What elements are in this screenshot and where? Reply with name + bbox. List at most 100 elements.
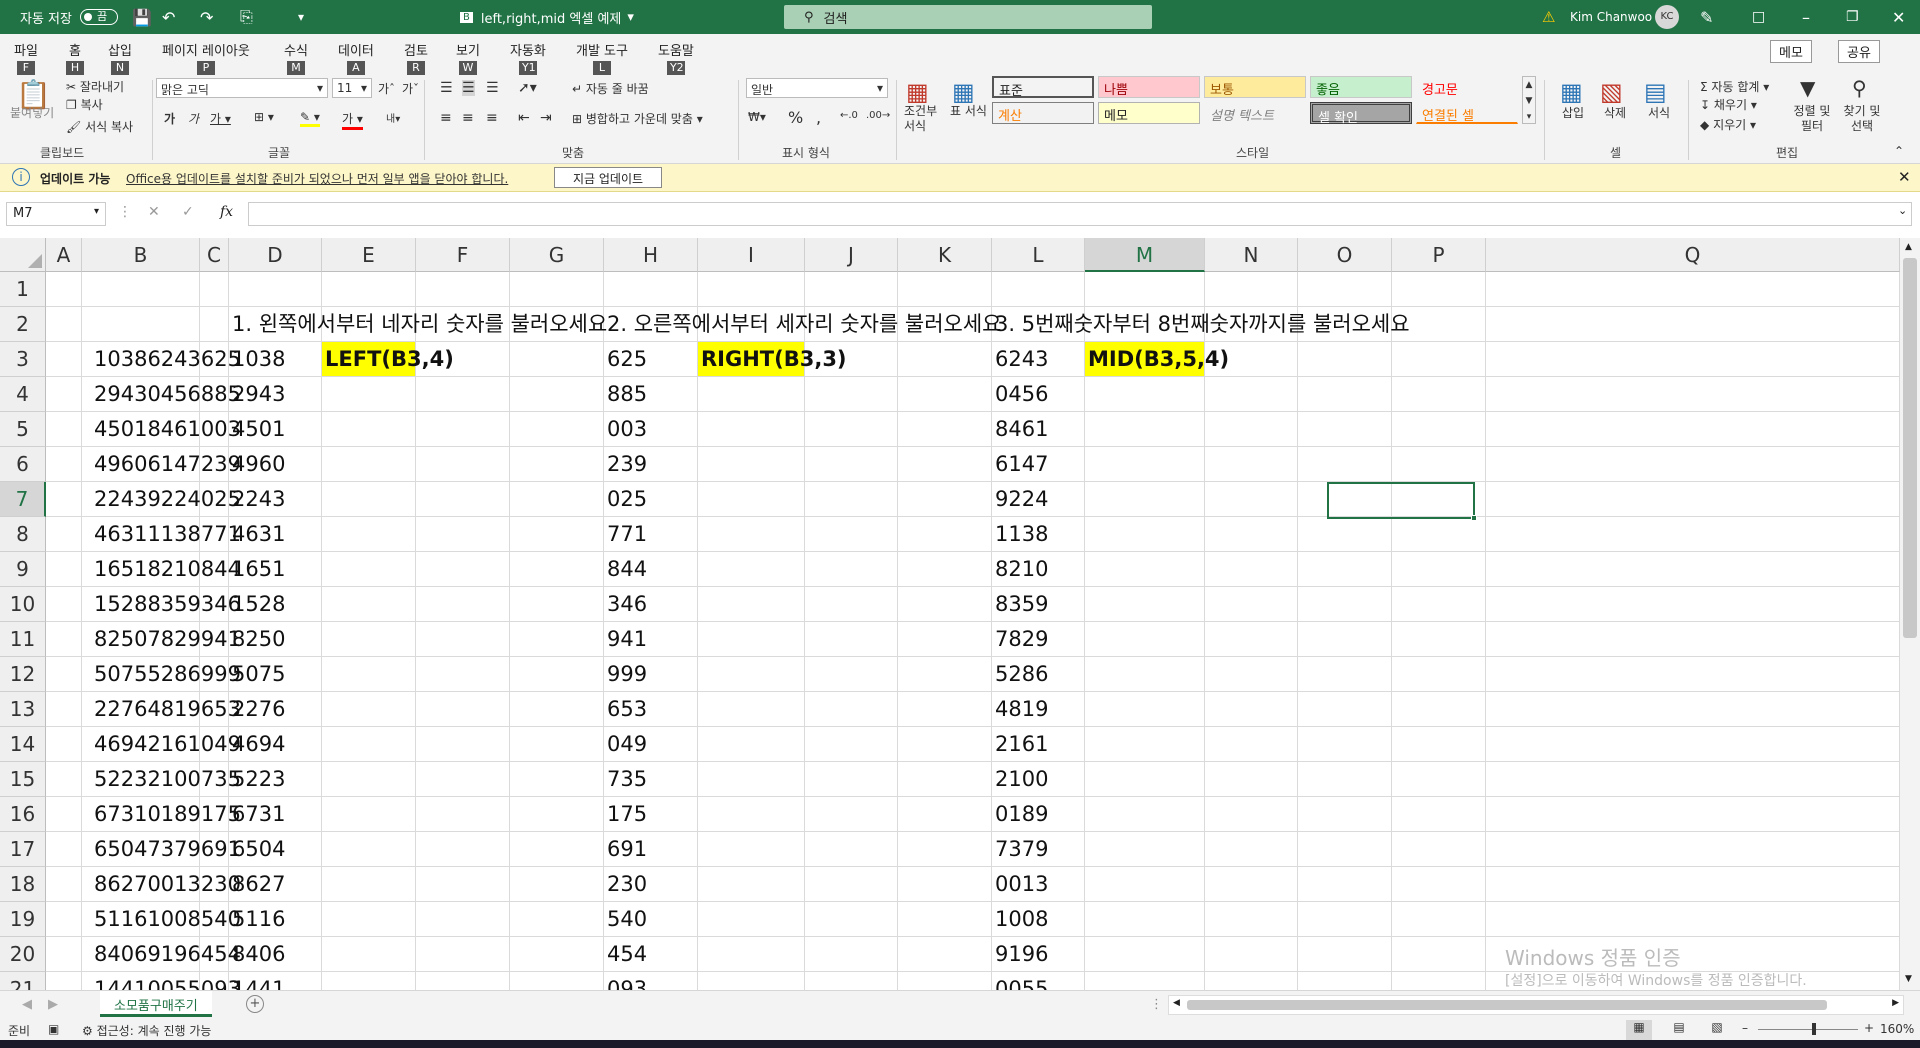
tab-insert[interactable]: 삽입 N xyxy=(108,40,132,75)
column-header-g[interactable]: G xyxy=(510,238,604,272)
format-painter-button[interactable]: 🖌 서식 복사 xyxy=(66,118,133,135)
tab-help[interactable]: 도움말 Y2 xyxy=(658,40,694,75)
cell-b5[interactable]: 45018461003 xyxy=(82,412,241,447)
align-middle-icon[interactable]: ☰ xyxy=(462,80,475,96)
style-normal[interactable]: 표준 xyxy=(992,76,1094,99)
cell-l12[interactable]: 5286 xyxy=(992,657,1048,692)
cell-d8[interactable]: 4631 xyxy=(229,517,285,552)
vertical-scroll-thumb[interactable] xyxy=(1903,258,1917,638)
scroll-right-icon[interactable]: ▶ xyxy=(1892,998,1899,1008)
cell-b12[interactable]: 50755286999 xyxy=(82,657,241,692)
cell-d6[interactable]: 4960 xyxy=(229,447,285,482)
cell-m3-formula-label[interactable]: MID(B3,5,4) xyxy=(1085,342,1229,376)
cell-b3[interactable]: 10386243625 xyxy=(82,342,241,377)
row-header-1[interactable]: 1 xyxy=(0,272,46,307)
cell-b13[interactable]: 22764819653 xyxy=(82,692,241,727)
find-icon[interactable]: ⚲ xyxy=(1852,76,1867,100)
column-header-q[interactable]: Q xyxy=(1486,238,1900,272)
cell-l20[interactable]: 9196 xyxy=(992,937,1048,972)
format-cells-button[interactable]: 서식 xyxy=(1648,104,1670,121)
row-header-9[interactable]: 9 xyxy=(0,552,46,587)
cell-h16[interactable]: 175 xyxy=(604,797,647,832)
cell-d11[interactable]: 8250 xyxy=(229,622,285,657)
styles-scroll[interactable]: ▲ ▼ ▾ xyxy=(1522,76,1536,124)
tab-developer[interactable]: 개발 도구 L xyxy=(576,40,628,75)
sheet-tab-active[interactable]: 소모품구매주기 xyxy=(100,991,212,1017)
formula-input[interactable] xyxy=(248,202,1912,226)
cell-l13[interactable]: 4819 xyxy=(992,692,1048,727)
cell-b16[interactable]: 67310189175 xyxy=(82,797,241,832)
font-size-select[interactable]: 11 ▾ xyxy=(332,78,372,98)
style-good[interactable]: 좋음 xyxy=(1310,76,1412,98)
cell-h18[interactable]: 230 xyxy=(604,867,647,902)
row-header-15[interactable]: 15 xyxy=(0,762,46,797)
cell-l11[interactable]: 7829 xyxy=(992,622,1048,657)
pen-icon[interactable]: ✎ xyxy=(1700,0,1713,34)
row-header-16[interactable]: 16 xyxy=(0,797,46,832)
search-box[interactable]: ⚲ 검색 xyxy=(784,0,1152,34)
border-button[interactable]: ⊞ ▾ xyxy=(254,110,274,124)
tab-file[interactable]: 파일 F xyxy=(14,40,38,75)
column-header-f[interactable]: F xyxy=(416,238,510,272)
prev-sheet-icon[interactable]: ◀ xyxy=(22,997,32,1012)
cell-d4[interactable]: 2943 xyxy=(229,377,285,412)
row-header-8[interactable]: 8 xyxy=(0,517,46,552)
cell-h20[interactable]: 454 xyxy=(604,937,647,972)
tab-home[interactable]: 홈H xyxy=(66,40,84,75)
cell-h6[interactable]: 239 xyxy=(604,447,647,482)
ribbon-display-icon[interactable]: □ xyxy=(1752,0,1765,34)
row-header-12[interactable]: 12 xyxy=(0,657,46,692)
row-header-2[interactable]: 2 xyxy=(0,307,46,342)
enter-icon[interactable]: ✓ xyxy=(182,204,194,220)
cell-h2-heading[interactable]: 2. 오른쪽에서부터 세자리 숫자를 불러오세요 xyxy=(604,307,1002,342)
column-header-h[interactable]: H xyxy=(604,238,698,272)
row-header-5[interactable]: 5 xyxy=(0,412,46,447)
filter-icon[interactable]: ▼ xyxy=(1800,76,1815,100)
sort-filter-button[interactable]: 정렬 및 필터 xyxy=(1790,104,1834,134)
cell-l17[interactable]: 7379 xyxy=(992,832,1048,867)
cell-h14[interactable]: 049 xyxy=(604,727,647,762)
cell-l16[interactable]: 0189 xyxy=(992,797,1048,832)
tab-view[interactable]: 보기 W xyxy=(456,40,480,75)
restore-icon[interactable]: ❐ xyxy=(1846,0,1859,34)
fill-button[interactable]: ↧ 채우기 ▾ xyxy=(1700,96,1757,113)
row-header-6[interactable]: 6 xyxy=(0,447,46,482)
row-header-7[interactable]: 7 xyxy=(0,482,46,517)
insert-cells-icon[interactable]: ▦ xyxy=(1560,78,1583,106)
cell-b9[interactable]: 16518210844 xyxy=(82,552,241,587)
cell-d14[interactable]: 4694 xyxy=(229,727,285,762)
cell-l2-heading[interactable]: 3. 5번째숫자부터 8번째숫자까지를 불러오세요 xyxy=(992,307,1410,342)
cell-b10[interactable]: 15288359346 xyxy=(82,587,241,622)
cell-l19[interactable]: 1008 xyxy=(992,902,1048,937)
row-header-11[interactable]: 11 xyxy=(0,622,46,657)
column-header-b[interactable]: B xyxy=(82,238,200,272)
tab-automate[interactable]: 자동화 Y1 xyxy=(510,40,546,75)
row-header-17[interactable]: 17 xyxy=(0,832,46,867)
scroll-left-icon[interactable]: ◀ xyxy=(1173,998,1180,1008)
cell-l10[interactable]: 8359 xyxy=(992,587,1048,622)
style-neutral[interactable]: 보통 xyxy=(1204,76,1306,98)
row-header-18[interactable]: 18 xyxy=(0,867,46,902)
row-header-19[interactable]: 19 xyxy=(0,902,46,937)
cell-h3[interactable]: 625 xyxy=(604,342,647,377)
cell-h12[interactable]: 999 xyxy=(604,657,647,692)
column-header-n[interactable]: N xyxy=(1205,238,1298,272)
align-bottom-icon[interactable]: ☰ xyxy=(486,80,499,96)
avatar[interactable]: KC xyxy=(1655,0,1679,34)
conditional-format-icon[interactable]: ▦ xyxy=(906,78,929,106)
cell-b14[interactable]: 46942161049 xyxy=(82,727,241,762)
cell-b6[interactable]: 49606147239 xyxy=(82,447,241,482)
collapse-ribbon-icon[interactable]: ⌃ xyxy=(1894,144,1904,158)
cell-b18[interactable]: 86270013230 xyxy=(82,867,241,902)
cell-h9[interactable]: 844 xyxy=(604,552,647,587)
tab-formulas[interactable]: 수식 M xyxy=(284,40,308,75)
message-text[interactable]: Office용 업데이트를 설치할 준비가 되었으나 먼저 일부 앱을 닫아야 … xyxy=(126,170,508,187)
sheet-splitter-icon[interactable]: ⋮ xyxy=(1150,997,1163,1012)
italic-button[interactable]: 가 xyxy=(188,110,199,127)
close-icon[interactable]: ✕ xyxy=(1892,0,1905,34)
cell-l4[interactable]: 0456 xyxy=(992,377,1048,412)
cell-b8[interactable]: 46311138771 xyxy=(82,517,241,552)
zoom-in-icon[interactable]: + xyxy=(1864,1021,1874,1035)
cell-d9[interactable]: 1651 xyxy=(229,552,285,587)
horizontal-scrollbar[interactable]: ◀ ▶ xyxy=(1168,995,1904,1015)
